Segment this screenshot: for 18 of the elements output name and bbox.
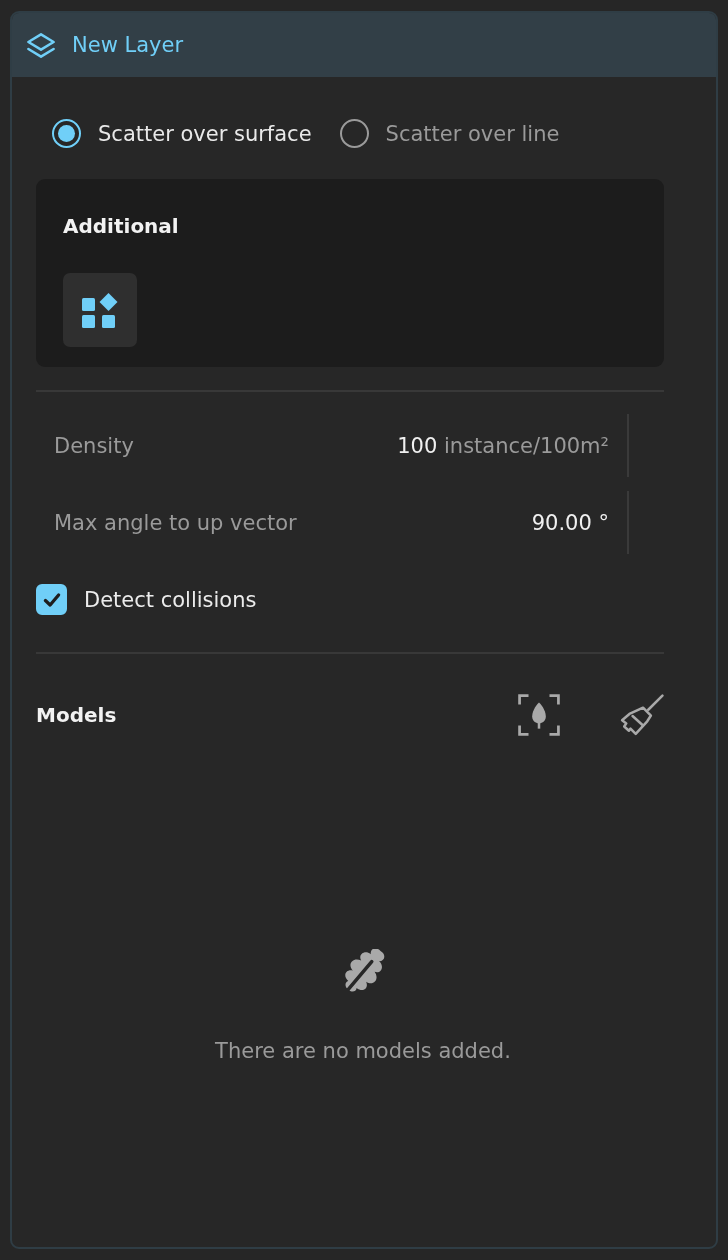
field-value[interactable]: 90.00 ° — [531, 510, 609, 535]
scatter-mode-radio[interactable]: Scatter over surface — [52, 119, 312, 148]
detect-collisions-checkbox[interactable]: Detect collisions — [36, 584, 257, 615]
broom-icon — [620, 694, 664, 736]
panel-title: New Layer — [72, 33, 184, 57]
section-title: Additional — [63, 213, 179, 240]
focus-tree-button[interactable] — [518, 694, 560, 736]
shapes-button[interactable] — [63, 273, 137, 347]
field-value[interactable]: 100 instance/100m² — [397, 433, 609, 458]
broom-button[interactable] — [620, 694, 664, 736]
scatter-mode-radio[interactable]: Scatter over line — [339, 119, 560, 148]
shapes-icon — [82, 292, 118, 328]
section-title: Models — [36, 703, 117, 727]
field-label: Max angle to up vector — [54, 510, 298, 535]
layers-icon — [27, 32, 55, 58]
field-label: Density — [54, 433, 135, 458]
empty-message: There are no models added. — [215, 1039, 511, 1063]
tree-in-frame-icon — [518, 694, 560, 736]
